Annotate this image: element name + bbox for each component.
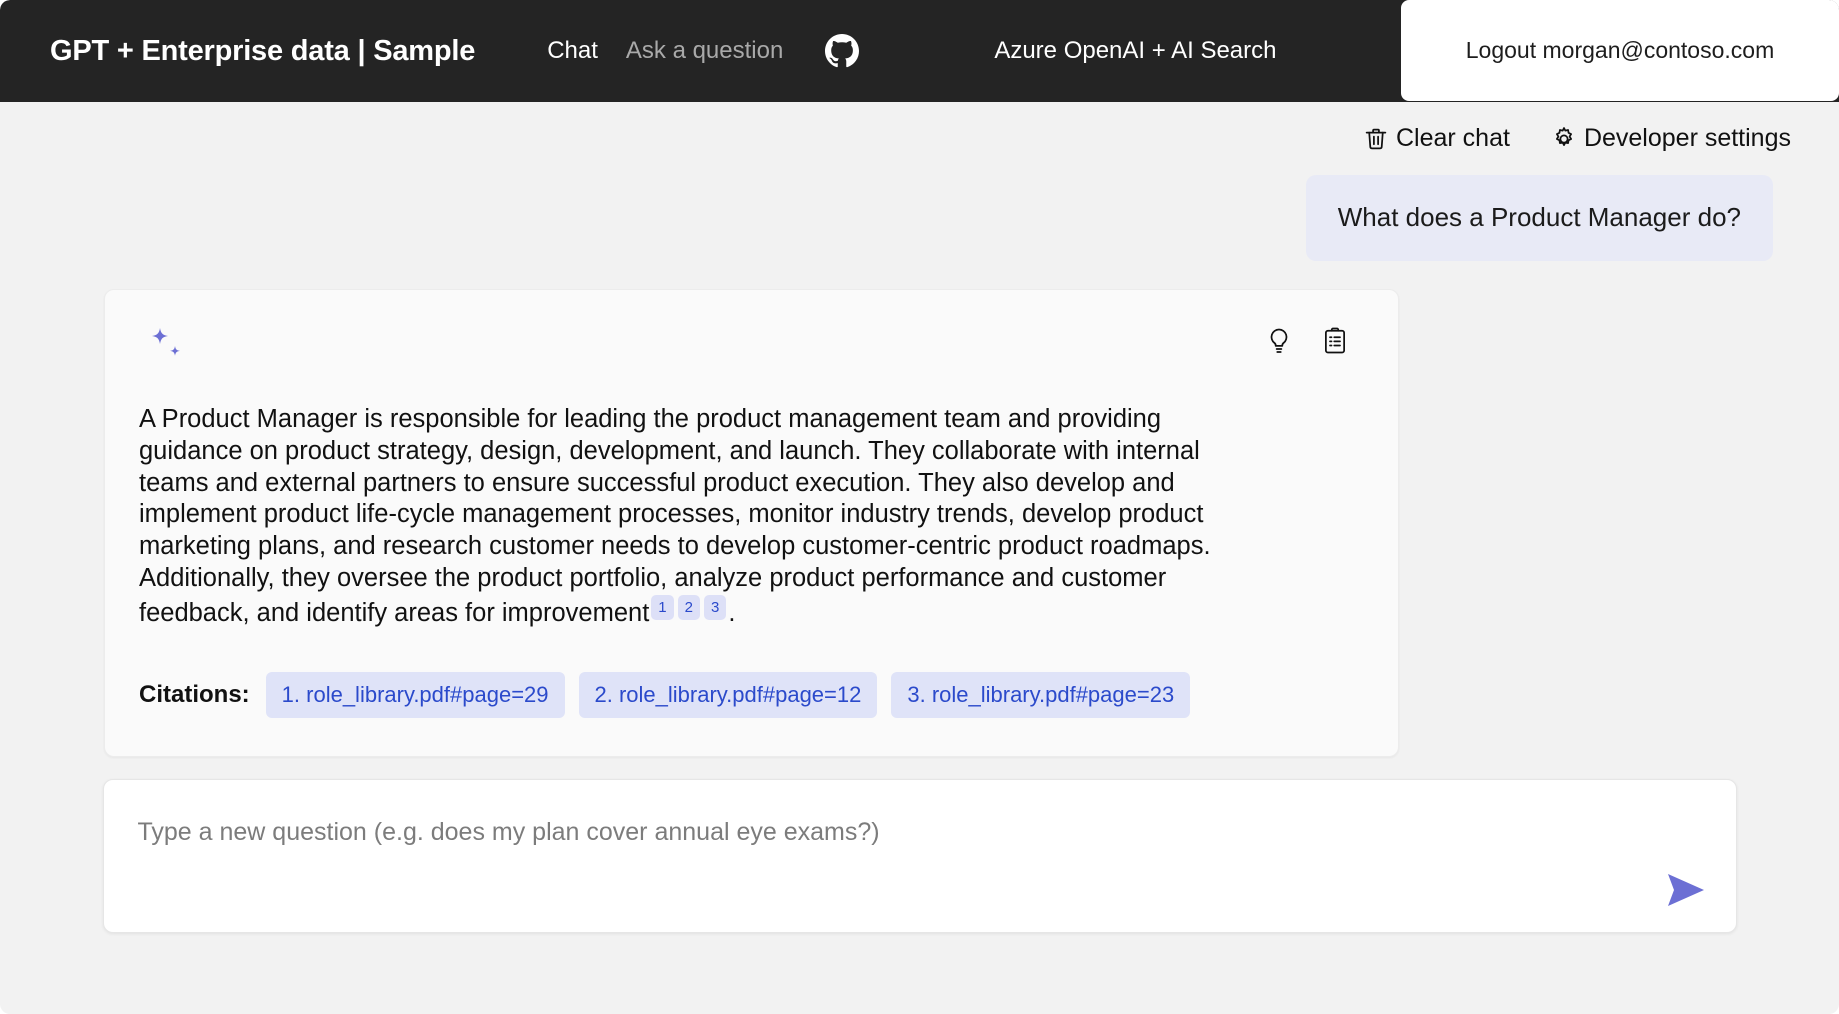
inline-citation-3[interactable]: 3 — [703, 595, 727, 621]
page-title: GPT + Enterprise data | Sample — [50, 34, 476, 67]
sparkle-icon — [145, 324, 189, 373]
developer-settings-label: Developer settings — [1583, 124, 1791, 152]
answer-body: A Product Manager is responsible for lea… — [139, 404, 1211, 628]
github-icon[interactable] — [825, 34, 860, 68]
citations-label: Citations: — [139, 680, 250, 708]
citations-row: Citations: 1. role_library.pdf#page=29 2… — [139, 671, 1358, 718]
nav-link-chat[interactable]: Chat — [547, 37, 598, 65]
clear-chat-label: Clear chat — [1395, 124, 1510, 152]
user-message-bubble: What does a Product Manager do? — [1305, 175, 1773, 261]
question-input-box — [102, 778, 1737, 933]
header-nav: Chat Ask a question — [547, 34, 860, 68]
inline-citation-2[interactable]: 2 — [677, 595, 700, 621]
inline-citation-1[interactable]: 1 — [651, 595, 674, 621]
answer-actions — [1264, 326, 1350, 356]
citation-chip[interactable]: 1. role_library.pdf#page=29 — [265, 671, 565, 718]
send-icon — [1664, 873, 1708, 913]
lightbulb-icon — [1264, 328, 1294, 359]
app-frame: GPT + Enterprise data | Sample Chat Ask … — [0, 0, 1839, 1014]
answer-body-end: . — [728, 599, 736, 628]
trash-icon — [1362, 125, 1390, 153]
question-input[interactable] — [137, 817, 1538, 847]
answer-card: A Product Manager is responsible for lea… — [104, 288, 1399, 757]
answer-text: A Product Manager is responsible for lea… — [139, 404, 1247, 630]
user-message-row: What does a Product Manager do? — [0, 175, 1839, 261]
gear-icon — [1550, 125, 1578, 153]
command-bar: Clear chat Developer settings — [0, 102, 1839, 153]
clear-chat-button[interactable]: Clear chat — [1362, 124, 1510, 153]
chat-area: What does a Product Manager do? A Produc… — [0, 175, 1839, 933]
nav-link-ask-a-question[interactable]: Ask a question — [626, 37, 783, 65]
citation-chip[interactable]: 3. role_library.pdf#page=23 — [891, 671, 1191, 718]
citation-chip[interactable]: 2. role_library.pdf#page=12 — [578, 671, 878, 718]
answer-card-header — [139, 320, 1358, 378]
supporting-content-button[interactable] — [1320, 326, 1350, 356]
logout-button[interactable]: Logout morgan@contoso.com — [1401, 0, 1839, 101]
answer-row: A Product Manager is responsible for lea… — [0, 288, 1839, 757]
question-input-row — [0, 778, 1839, 933]
developer-settings-button[interactable]: Developer settings — [1550, 124, 1791, 153]
clipboard-icon — [1320, 327, 1350, 359]
send-button[interactable] — [1664, 870, 1708, 910]
app-header: GPT + Enterprise data | Sample Chat Ask … — [0, 0, 1839, 102]
header-product-label: Azure OpenAI + AI Search — [994, 37, 1277, 64]
thought-process-button[interactable] — [1264, 326, 1294, 356]
